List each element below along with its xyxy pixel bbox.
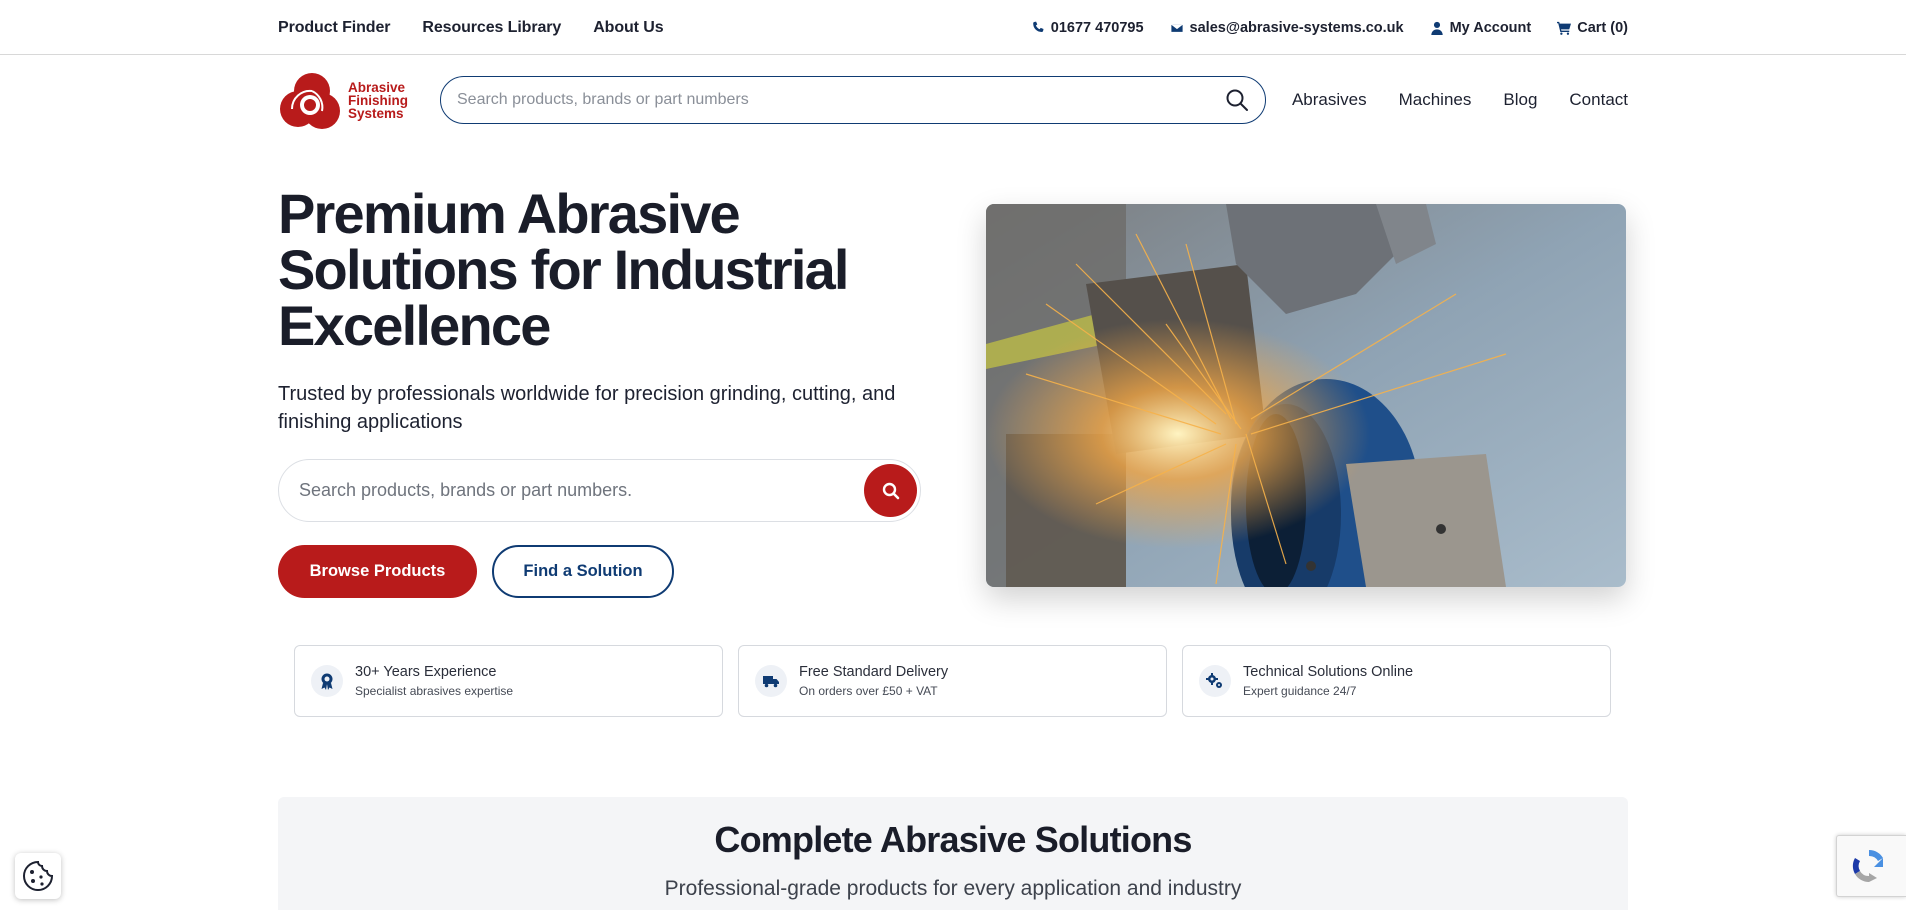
- cookie-icon: [23, 860, 54, 891]
- top-bar-inner: Product Finder Resources Library About U…: [278, 0, 1628, 55]
- cart-label: Cart (0): [1577, 19, 1628, 36]
- recaptcha-badge[interactable]: [1836, 835, 1906, 897]
- phone-icon: [1032, 21, 1044, 32]
- logo-line-1: Abrasive: [348, 79, 406, 95]
- feature-title: Technical Solutions Online: [1243, 664, 1414, 680]
- search-icon[interactable]: [1225, 88, 1249, 112]
- nav-contact[interactable]: Contact: [1569, 90, 1628, 110]
- cookie-settings-button[interactable]: [15, 853, 61, 899]
- feature-title: 30+ Years Experience: [355, 664, 497, 680]
- site-logo[interactable]: Abrasive Finishing Systems: [278, 69, 408, 131]
- logo-text: Abrasive Finishing Systems: [348, 79, 408, 121]
- search-icon: [882, 482, 899, 499]
- cart-icon: [1557, 21, 1572, 35]
- feature-subtitle: Specialist abrasives expertise: [355, 684, 514, 698]
- hero-title: Premium Abrasive Solutions for Industria…: [278, 182, 849, 357]
- hero-search-bar: [278, 459, 921, 522]
- feature-subtitle: On orders over £50 + VAT: [799, 684, 938, 698]
- hero-search-button[interactable]: [864, 464, 917, 517]
- my-account-link[interactable]: My Account: [1430, 19, 1532, 36]
- grinding-sparks-photo: [986, 204, 1626, 587]
- top-nav-about-us[interactable]: About Us: [593, 19, 663, 37]
- top-bar: Product Finder Resources Library About U…: [0, 0, 1906, 55]
- main-header: Abrasive Finishing Systems Abrasives Mac…: [278, 56, 1628, 144]
- truck-icon: [763, 676, 779, 688]
- top-nav-product-finder[interactable]: Product Finder: [278, 19, 390, 37]
- feature-icon-wrap: [755, 665, 787, 697]
- email-link[interactable]: sales@abrasive-systems.co.uk: [1169, 19, 1404, 36]
- user-icon: [1430, 21, 1443, 35]
- nav-blog[interactable]: Blog: [1503, 90, 1537, 110]
- phone-number: 01677 470795: [1050, 19, 1144, 36]
- header-search-input[interactable]: [457, 91, 1197, 109]
- my-account-label: My Account: [1449, 19, 1532, 36]
- logo-line-2: Finishing: [348, 92, 408, 108]
- envelope-icon: [1169, 22, 1184, 33]
- feature-text: Free Standard Delivery On orders over £5…: [799, 664, 948, 698]
- cart-link[interactable]: Cart (0): [1557, 20, 1628, 36]
- email-address: sales@abrasive-systems.co.uk: [1189, 19, 1404, 36]
- feature-icon-wrap: [311, 665, 343, 697]
- nav-machines[interactable]: Machines: [1399, 90, 1472, 110]
- feature-icon-wrap: [1199, 665, 1231, 697]
- phone-link[interactable]: 01677 470795: [1031, 20, 1144, 36]
- feature-card-experience: 30+ Years Experience Specialist abrasive…: [294, 645, 723, 717]
- hero-subtitle: Trusted by professionals worldwide for p…: [278, 383, 896, 433]
- logo-mark-icon: [280, 73, 340, 129]
- feature-card-technical: Technical Solutions Online Expert guidan…: [1182, 645, 1611, 717]
- top-contact: 01677 470795 sales@abrasive-systems.co.u…: [1031, 20, 1628, 36]
- cogs-icon: [1206, 673, 1222, 688]
- hero-search-input[interactable]: [299, 480, 859, 501]
- award-icon: [321, 673, 333, 690]
- feature-card-delivery: Free Standard Delivery On orders over £5…: [738, 645, 1167, 717]
- feature-text: 30+ Years Experience Specialist abrasive…: [355, 664, 513, 698]
- solutions-title: Complete Abrasive Solutions: [714, 819, 1192, 860]
- solutions-subtitle: Professional-grade products for every ap…: [664, 877, 1242, 900]
- recaptcha-icon: [1852, 849, 1883, 883]
- feature-title: Free Standard Delivery: [799, 664, 949, 680]
- feature-subtitle: Expert guidance 24/7: [1243, 684, 1357, 698]
- logo-line-3: Systems: [348, 105, 404, 121]
- feature-text: Technical Solutions Online Expert guidan…: [1243, 664, 1413, 698]
- solutions-section: Complete Abrasive Solutions Professional…: [278, 797, 1628, 910]
- header-search-bar: [440, 76, 1266, 124]
- main-nav: Abrasives Machines Blog Contact: [1292, 90, 1628, 110]
- find-solution-button[interactable]: Find a Solution: [492, 545, 674, 598]
- top-nav-resources-library[interactable]: Resources Library: [422, 19, 561, 37]
- top-nav: Product Finder Resources Library About U…: [278, 19, 664, 37]
- browse-products-button[interactable]: Browse Products: [278, 545, 477, 598]
- nav-abrasives[interactable]: Abrasives: [1292, 90, 1367, 110]
- hero-image: [986, 204, 1626, 587]
